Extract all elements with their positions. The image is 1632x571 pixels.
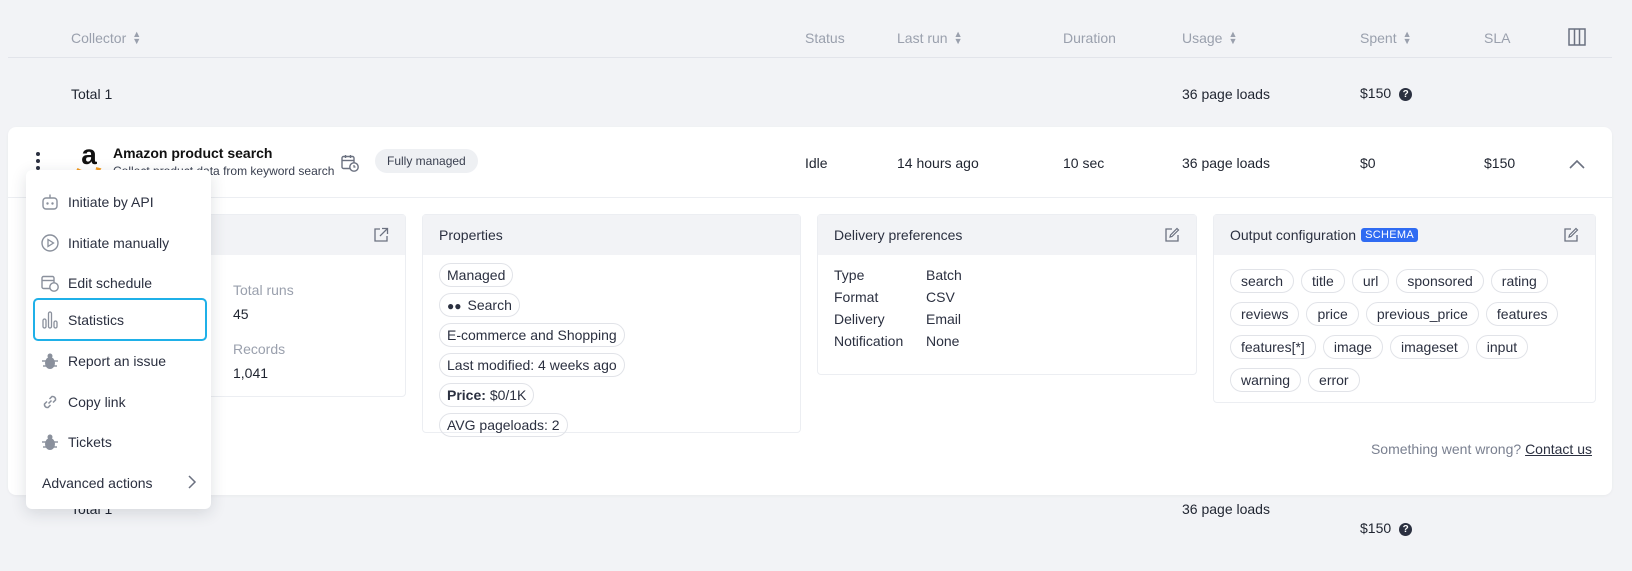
fully-managed-badge: Fully managed: [375, 149, 478, 173]
field-tag: previous_price: [1365, 302, 1479, 326]
header-last-run[interactable]: Last run ▲ ▼: [897, 29, 963, 47]
delivery-method-value: Email: [926, 311, 962, 327]
managed-tag: Managed: [439, 263, 514, 287]
last-modified-tag: Last modified: 4 weeks ago: [439, 353, 625, 377]
menu-item-advanced-actions[interactable]: Advanced actions: [42, 466, 197, 500]
field-tag: search: [1230, 269, 1295, 293]
help-text: Something went wrong? Contact us: [1370, 441, 1592, 457]
field-tag: warning: [1230, 368, 1302, 392]
price-tag: Price: $0/1K: [439, 383, 535, 407]
delivery-details: Type Batch Format CSV Delivery Email Notifi…: [818, 255, 1196, 361]
collector-card: a Amazon product search Collect product …: [8, 127, 1612, 495]
contact-us-link[interactable]: Contact us: [1525, 441, 1592, 457]
link-icon: [40, 392, 60, 412]
edit-icon[interactable]: [1164, 227, 1180, 246]
menu-item-initiate-manually[interactable]: Initiate manually: [40, 226, 200, 260]
menu-item-initiate-api[interactable]: Initiate by API: [40, 185, 200, 219]
field-tag: features[*]: [1230, 335, 1316, 359]
menu-item-report-issue[interactable]: Report an issue: [40, 344, 200, 378]
sort-icon: ▲ ▼: [953, 29, 963, 46]
avg-pageloads-tag: AVG pageloads: 2: [439, 413, 568, 437]
delivery-format-key: Format: [834, 289, 879, 305]
delivery-type-value: Batch: [926, 267, 962, 283]
output-panel-header: Output configuration SCHEMA: [1214, 215, 1595, 255]
header-sla: SLA: [1484, 30, 1511, 46]
sort-icon: ▲ ▼: [132, 29, 142, 46]
collector-last-run: 14 hours ago: [897, 155, 979, 171]
delivery-format-value: CSV: [926, 289, 955, 305]
field-tag: url: [1351, 269, 1390, 293]
total-runs-label: Total runs: [233, 282, 294, 298]
chevron-right-icon: [187, 474, 197, 493]
search-tag: ●● Search: [439, 293, 520, 317]
collector-usage: 36 page loads: [1182, 155, 1270, 171]
delivery-panel: Delivery preferences Type Batch Format CSV…: [817, 214, 1197, 375]
bottom-total-usage: 36 page loads: [1182, 501, 1270, 517]
bug-icon: [40, 432, 60, 452]
header-collector[interactable]: Collector ▲ ▼: [71, 29, 142, 47]
field-tag: features: [1485, 302, 1559, 326]
field-tag: price: [1306, 302, 1359, 326]
total-runs-value: 45: [233, 306, 249, 322]
more-options-icon[interactable]: [36, 152, 42, 170]
total-spent: $150?: [1360, 85, 1413, 101]
total-label: Total 1: [71, 86, 113, 102]
bar-chart-icon: [40, 310, 60, 330]
delivery-notification-value: None: [926, 333, 960, 349]
menu-item-statistics[interactable]: Statistics: [33, 298, 207, 341]
delivery-panel-header: Delivery preferences: [818, 215, 1196, 255]
sort-icon: ▲ ▼: [1228, 29, 1238, 46]
binoculars-icon: ●●: [447, 299, 462, 313]
menu-item-tickets[interactable]: Tickets: [40, 425, 200, 459]
help-icon[interactable]: ?: [1399, 523, 1413, 536]
collector-sla: $150: [1484, 155, 1516, 171]
collector-duration: 10 sec: [1063, 155, 1105, 171]
field-tag: reviews: [1230, 302, 1300, 326]
menu-item-edit-schedule[interactable]: Edit schedule: [40, 266, 200, 300]
columns-icon[interactable]: [1568, 28, 1586, 49]
robot-icon: [40, 192, 60, 212]
header-usage[interactable]: Usage ▲ ▼: [1182, 29, 1238, 47]
total-usage: 36 page loads: [1182, 86, 1270, 102]
collector-spent: $0: [1360, 155, 1376, 171]
collector-title[interactable]: Amazon product search: [113, 145, 272, 161]
edit-icon[interactable]: [1563, 227, 1579, 246]
header-duration: Duration: [1063, 30, 1116, 46]
output-panel: Output configuration SCHEMA search title…: [1213, 214, 1596, 403]
properties-panel: Properties Managed ●● Search E-commerce a…: [422, 214, 801, 437]
delivery-method-key: Delivery: [834, 311, 885, 327]
header-status: Status: [805, 30, 845, 46]
help-icon[interactable]: ?: [1399, 88, 1413, 101]
external-link-icon[interactable]: [373, 227, 389, 246]
row-divider: [8, 197, 1612, 198]
schema-badge[interactable]: SCHEMA: [1361, 228, 1418, 242]
field-tag: imageset: [1389, 335, 1469, 359]
calendar-clock-icon: [40, 273, 60, 293]
play-circle-icon: [40, 233, 60, 253]
properties-panel-header: Properties: [423, 215, 800, 255]
chevron-up-icon[interactable]: [1568, 157, 1586, 173]
field-tag: error: [1308, 368, 1360, 392]
header-divider: [8, 57, 1612, 58]
records-value: 1,041: [233, 365, 269, 381]
field-tag: rating: [1490, 269, 1548, 293]
records-label: Records: [233, 341, 286, 357]
collector-actions-menu: Initiate by API Initiate manually Edit s…: [26, 170, 211, 509]
bug-icon: [40, 351, 60, 371]
category-tag: E-commerce and Shopping: [439, 323, 625, 347]
calendar-clock-icon[interactable]: [340, 153, 360, 176]
field-tag: image: [1322, 335, 1383, 359]
collector-status: Idle: [805, 155, 828, 171]
bottom-total-spent: $150?: [1360, 520, 1413, 536]
sort-icon: ▲ ▼: [1402, 29, 1412, 46]
menu-item-copy-link[interactable]: Copy link: [40, 385, 200, 419]
header-spent[interactable]: Spent ▲ ▼: [1360, 29, 1412, 47]
field-tag: input: [1475, 335, 1529, 359]
field-tag: title: [1301, 269, 1345, 293]
delivery-notification-key: Notification: [834, 333, 904, 349]
output-fields: search title url sponsored rating review…: [1214, 255, 1584, 406]
delivery-type-key: Type: [834, 267, 865, 283]
field-tag: sponsored: [1396, 269, 1484, 293]
